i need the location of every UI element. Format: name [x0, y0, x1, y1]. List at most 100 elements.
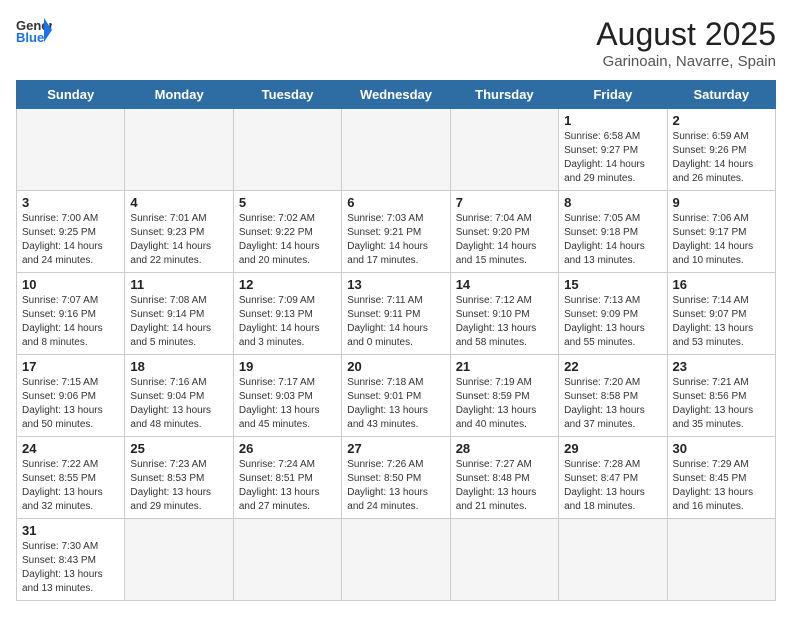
day-info: Sunrise: 7:18 AM Sunset: 9:01 PM Dayligh…	[347, 376, 444, 432]
day-info: Sunrise: 7:04 AM Sunset: 9:20 PM Dayligh…	[456, 212, 553, 268]
day-number: 15	[564, 277, 661, 292]
calendar-day-cell	[342, 109, 450, 191]
calendar-day-cell: 2 Sunrise: 6:59 AM Sunset: 9:26 PM Daylig…	[667, 109, 775, 191]
calendar-day-cell: 28Sunrise: 7:27 AM Sunset: 8:48 PM Dayli…	[450, 437, 558, 519]
calendar-day-cell: 12 Sunrise: 7:09 AM Sunset: 9:13 PM Dayli…	[233, 273, 341, 355]
day-number: 27	[347, 441, 444, 456]
day-info: Sunrise: 6:58 AM Sunset: 9:27 PM Dayligh…	[564, 130, 661, 186]
calendar-day-cell: 17 Sunrise: 7:15 AM Sunset: 9:06 PM Dayli…	[17, 355, 125, 437]
day-number: 10	[22, 277, 119, 292]
day-info: Sunrise: 7:22 AM Sunset: 8:55 PM Dayligh…	[22, 458, 119, 514]
calendar-day-cell: 27 Sunrise: 7:26 AM Sunset: 8:50 PM Dayli…	[342, 437, 450, 519]
day-number: 11	[130, 277, 227, 292]
day-info: Sunrise: 7:01 AM Sunset: 9:23 PM Dayligh…	[130, 212, 227, 268]
day-of-week-header: Saturday	[667, 81, 775, 109]
day-number: 23	[673, 359, 770, 374]
day-info: Sunrise: 7:05 AM Sunset: 9:18 PM Dayligh…	[564, 212, 661, 268]
calendar-day-cell: 20Sunrise: 7:18 AM Sunset: 9:01 PM Dayli…	[342, 355, 450, 437]
calendar-day-cell	[559, 519, 667, 601]
day-info: Sunrise: 7:23 AM Sunset: 8:53 PM Dayligh…	[130, 458, 227, 514]
calendar-day-cell	[125, 109, 233, 191]
calendar-day-cell: 16Sunrise: 7:14 AM Sunset: 9:07 PM Dayli…	[667, 273, 775, 355]
calendar-day-cell: 9 Sunrise: 7:06 AM Sunset: 9:17 PM Daylig…	[667, 191, 775, 273]
day-info: Sunrise: 7:30 AM Sunset: 8:43 PM Dayligh…	[22, 540, 119, 596]
calendar-day-cell	[450, 109, 558, 191]
day-number: 16	[673, 277, 770, 292]
day-info: Sunrise: 7:26 AM Sunset: 8:50 PM Dayligh…	[347, 458, 444, 514]
day-info: Sunrise: 7:19 AM Sunset: 8:59 PM Dayligh…	[456, 376, 553, 432]
calendar-day-cell: 25 Sunrise: 7:23 AM Sunset: 8:53 PM Dayli…	[125, 437, 233, 519]
calendar-day-cell	[17, 109, 125, 191]
calendar-title: August 2025	[596, 16, 776, 53]
day-of-week-header: Monday	[125, 81, 233, 109]
day-info: Sunrise: 7:16 AM Sunset: 9:04 PM Dayligh…	[130, 376, 227, 432]
day-of-week-header: Wednesday	[342, 81, 450, 109]
calendar-day-cell: 14Sunrise: 7:12 AM Sunset: 9:10 PM Dayli…	[450, 273, 558, 355]
day-info: Sunrise: 7:06 AM Sunset: 9:17 PM Dayligh…	[673, 212, 770, 268]
calendar-day-cell: 15 Sunrise: 7:13 AM Sunset: 9:09 PM Dayli…	[559, 273, 667, 355]
calendar-day-cell: 31Sunrise: 7:30 AM Sunset: 8:43 PM Dayli…	[17, 519, 125, 601]
svg-text:Blue: Blue	[16, 30, 44, 44]
day-number: 17	[22, 359, 119, 374]
day-number: 9	[673, 195, 770, 210]
day-number: 12	[239, 277, 336, 292]
day-number: 1	[564, 113, 661, 128]
day-number: 21	[456, 359, 553, 374]
day-info: Sunrise: 7:20 AM Sunset: 8:58 PM Dayligh…	[564, 376, 661, 432]
day-info: Sunrise: 7:09 AM Sunset: 9:13 PM Dayligh…	[239, 294, 336, 350]
calendar-week-row: 24Sunrise: 7:22 AM Sunset: 8:55 PM Dayli…	[17, 437, 776, 519]
day-of-week-header: Sunday	[17, 81, 125, 109]
day-number: 29	[564, 441, 661, 456]
day-info: Sunrise: 7:27 AM Sunset: 8:48 PM Dayligh…	[456, 458, 553, 514]
calendar-day-cell: 1 Sunrise: 6:58 AM Sunset: 9:27 PM Daylig…	[559, 109, 667, 191]
calendar-table: SundayMondayTuesdayWednesdayThursdayFrid…	[16, 80, 776, 601]
calendar-day-cell: 6 Sunrise: 7:03 AM Sunset: 9:21 PM Daylig…	[342, 191, 450, 273]
calendar-day-cell	[450, 519, 558, 601]
day-number: 26	[239, 441, 336, 456]
calendar-week-row: 3 Sunrise: 7:00 AM Sunset: 9:25 PM Daylig…	[17, 191, 776, 273]
day-info: Sunrise: 7:08 AM Sunset: 9:14 PM Dayligh…	[130, 294, 227, 350]
calendar-day-cell: 13 Sunrise: 7:11 AM Sunset: 9:11 PM Dayli…	[342, 273, 450, 355]
day-info: Sunrise: 7:11 AM Sunset: 9:11 PM Dayligh…	[347, 294, 444, 350]
day-info: Sunrise: 7:21 AM Sunset: 8:56 PM Dayligh…	[673, 376, 770, 432]
calendar-day-cell	[233, 109, 341, 191]
calendar-day-cell: 11 Sunrise: 7:08 AM Sunset: 9:14 PM Dayli…	[125, 273, 233, 355]
day-number: 4	[130, 195, 227, 210]
day-number: 5	[239, 195, 336, 210]
day-of-week-header: Thursday	[450, 81, 558, 109]
day-number: 25	[130, 441, 227, 456]
day-number: 8	[564, 195, 661, 210]
day-number: 22	[564, 359, 661, 374]
day-info: Sunrise: 7:29 AM Sunset: 8:45 PM Dayligh…	[673, 458, 770, 514]
calendar-week-row: 1 Sunrise: 6:58 AM Sunset: 9:27 PM Daylig…	[17, 109, 776, 191]
day-number: 6	[347, 195, 444, 210]
calendar-day-cell: 10 Sunrise: 7:07 AM Sunset: 9:16 PM Dayli…	[17, 273, 125, 355]
day-info: Sunrise: 6:59 AM Sunset: 9:26 PM Dayligh…	[673, 130, 770, 186]
calendar-week-row: 17 Sunrise: 7:15 AM Sunset: 9:06 PM Dayli…	[17, 355, 776, 437]
day-number: 13	[347, 277, 444, 292]
calendar-day-cell: 5Sunrise: 7:02 AM Sunset: 9:22 PM Daylig…	[233, 191, 341, 273]
calendar-day-cell	[667, 519, 775, 601]
day-info: Sunrise: 7:15 AM Sunset: 9:06 PM Dayligh…	[22, 376, 119, 432]
day-info: Sunrise: 7:12 AM Sunset: 9:10 PM Dayligh…	[456, 294, 553, 350]
day-number: 3	[22, 195, 119, 210]
day-info: Sunrise: 7:03 AM Sunset: 9:21 PM Dayligh…	[347, 212, 444, 268]
calendar-day-cell: 8 Sunrise: 7:05 AM Sunset: 9:18 PM Daylig…	[559, 191, 667, 273]
calendar-week-row: 10 Sunrise: 7:07 AM Sunset: 9:16 PM Dayli…	[17, 273, 776, 355]
page-header: General Blue August 2025 Garinoain, Nava…	[16, 16, 776, 70]
calendar-subtitle: Garinoain, Navarre, Spain	[596, 53, 776, 70]
calendar-day-cell: 23 Sunrise: 7:21 AM Sunset: 8:56 PM Dayli…	[667, 355, 775, 437]
day-info: Sunrise: 7:00 AM Sunset: 9:25 PM Dayligh…	[22, 212, 119, 268]
calendar-day-cell: 3 Sunrise: 7:00 AM Sunset: 9:25 PM Daylig…	[17, 191, 125, 273]
calendar-day-cell: 18Sunrise: 7:16 AM Sunset: 9:04 PM Dayli…	[125, 355, 233, 437]
logo-icon: General Blue	[16, 16, 52, 44]
calendar-week-row: 31Sunrise: 7:30 AM Sunset: 8:43 PM Dayli…	[17, 519, 776, 601]
day-info: Sunrise: 7:28 AM Sunset: 8:47 PM Dayligh…	[564, 458, 661, 514]
calendar-day-cell: 22 Sunrise: 7:20 AM Sunset: 8:58 PM Dayli…	[559, 355, 667, 437]
calendar-day-cell: 24Sunrise: 7:22 AM Sunset: 8:55 PM Dayli…	[17, 437, 125, 519]
day-info: Sunrise: 7:07 AM Sunset: 9:16 PM Dayligh…	[22, 294, 119, 350]
day-info: Sunrise: 7:13 AM Sunset: 9:09 PM Dayligh…	[564, 294, 661, 350]
calendar-day-cell: 30Sunrise: 7:29 AM Sunset: 8:45 PM Dayli…	[667, 437, 775, 519]
day-number: 2	[673, 113, 770, 128]
calendar-day-cell: 26Sunrise: 7:24 AM Sunset: 8:51 PM Dayli…	[233, 437, 341, 519]
